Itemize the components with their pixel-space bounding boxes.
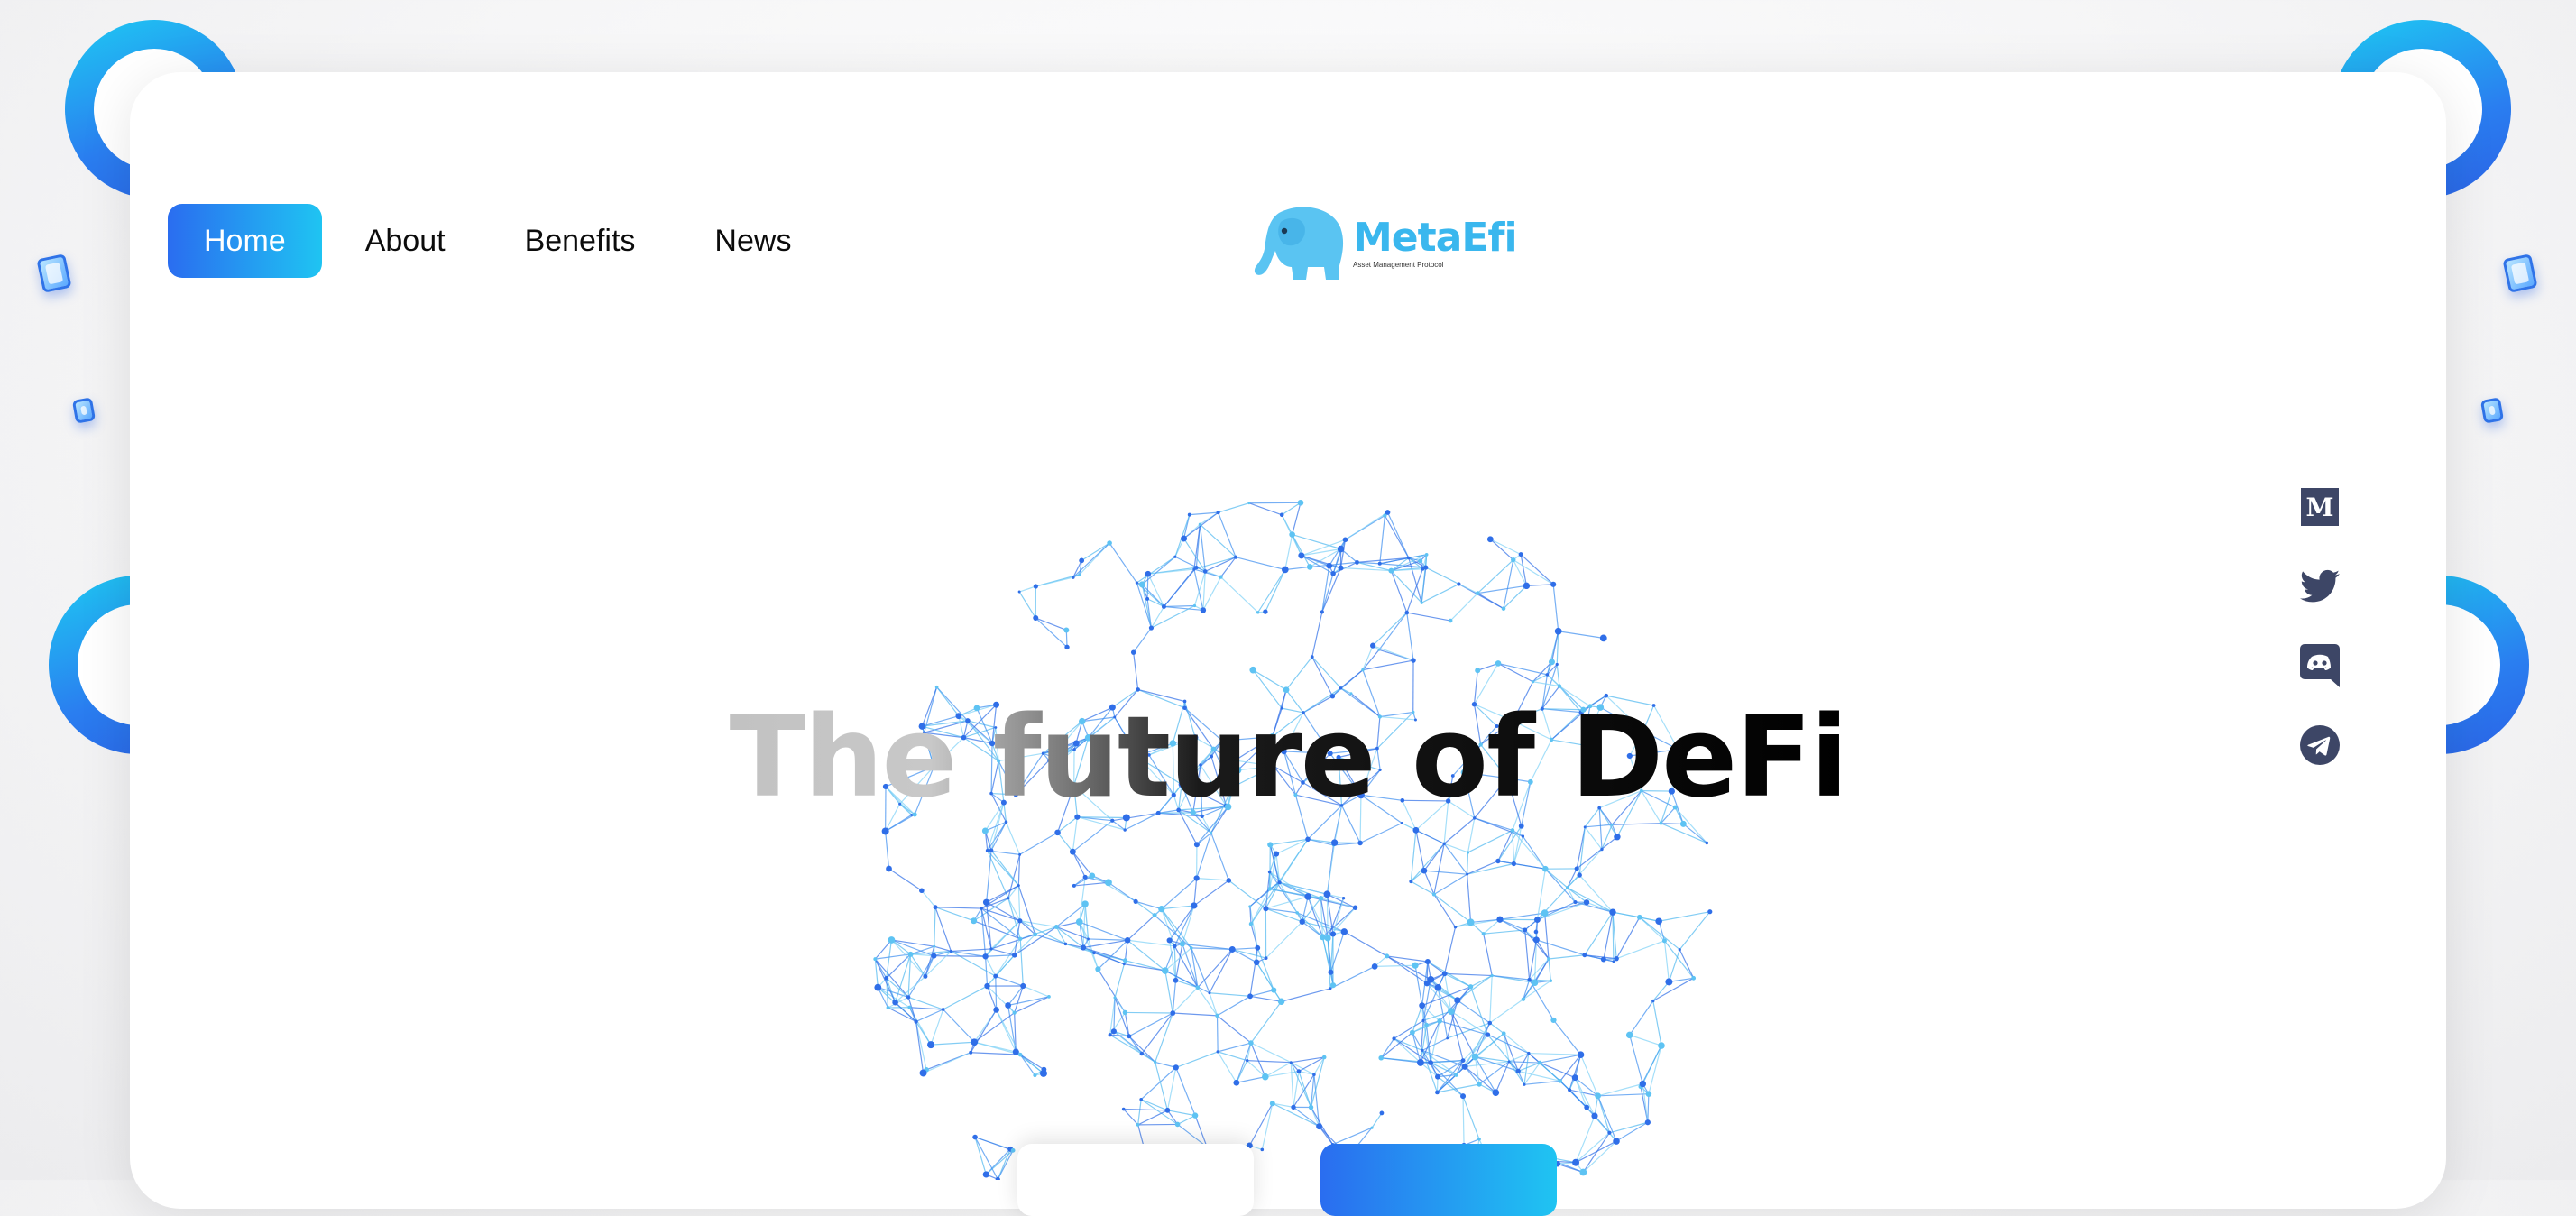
brand-logo[interactable]: MetaEfi Asset Management Protocol: [1252, 204, 1517, 281]
decorative-cube: [2502, 253, 2537, 293]
svg-text:M: M: [2306, 493, 2334, 522]
secondary-cta-button[interactable]: [1017, 1144, 1254, 1216]
logo-name: MetaEfi: [1353, 217, 1517, 259]
network-globe-image: [862, 487, 1719, 1180]
decorative-cube: [72, 397, 96, 423]
primary-cta-button[interactable]: [1320, 1144, 1557, 1216]
twitter-icon[interactable]: [2300, 567, 2340, 606]
decorative-cube: [36, 253, 71, 293]
hero-headline: The future of DeFi: [0, 695, 2576, 821]
nav-item-about[interactable]: About: [365, 224, 446, 259]
nav-item-home[interactable]: Home: [168, 204, 322, 278]
discord-icon[interactable]: [2300, 646, 2340, 686]
logo-wordmark: MetaEfi Asset Management Protocol: [1353, 217, 1517, 269]
main-nav: Home About Benefits News: [168, 204, 870, 278]
telegram-icon[interactable]: [2300, 725, 2340, 765]
logo-tagline: Asset Management Protocol: [1353, 261, 1517, 269]
elephant-icon: [1252, 204, 1349, 281]
nav-item-benefits[interactable]: Benefits: [525, 224, 636, 259]
social-links: M: [2300, 487, 2340, 805]
decorative-cube: [2480, 397, 2504, 423]
nav-item-news[interactable]: News: [714, 224, 791, 259]
medium-icon[interactable]: M: [2300, 487, 2340, 527]
